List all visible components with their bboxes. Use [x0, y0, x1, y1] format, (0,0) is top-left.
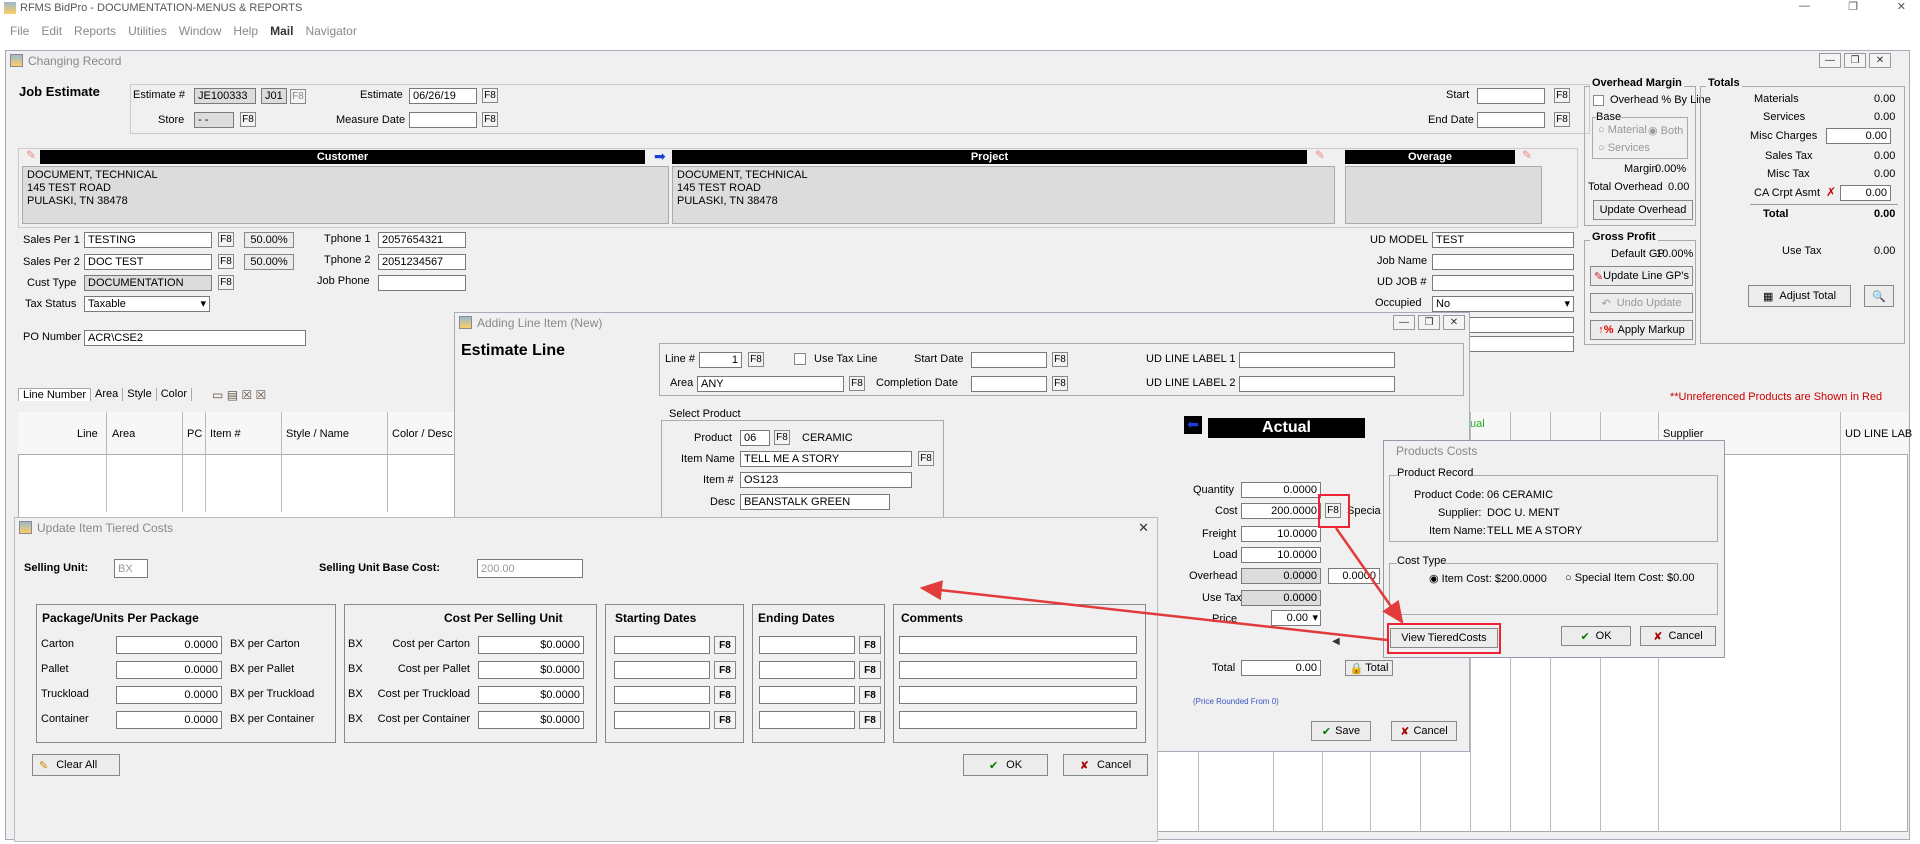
annotation-arrows	[919, 527, 1404, 642]
desktop: RFMS BidPro - DOCUMENTATION-MENUS & REPO…	[0, 0, 1920, 844]
annotation-arrow-to-view-tiered	[1334, 527, 1404, 625]
annotation-arrow-to-tiered-window	[919, 580, 1388, 642]
